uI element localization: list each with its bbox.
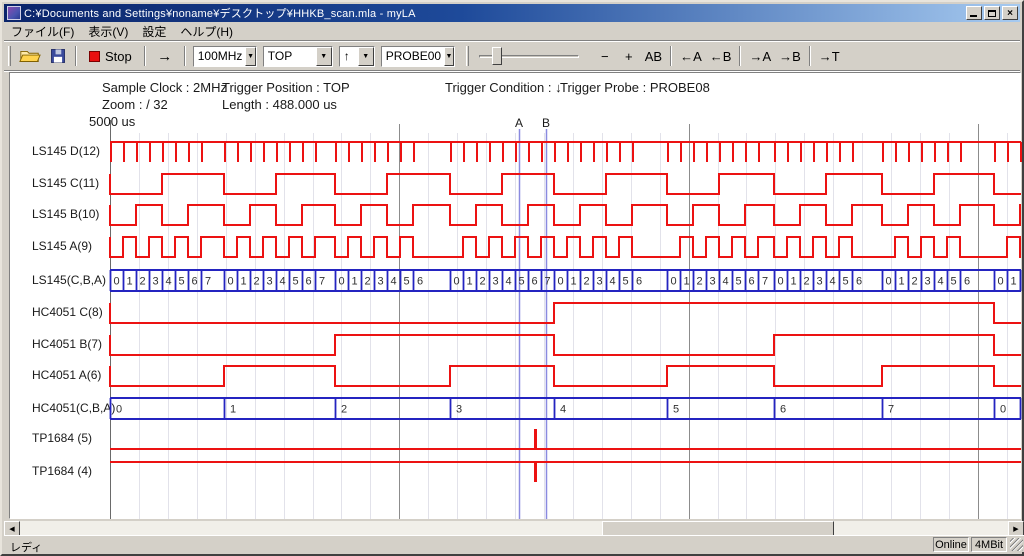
channel-label-6: HC4051 B(7) (32, 337, 112, 351)
status-memory: 4MBit (971, 537, 1007, 552)
scroll-left-icon: ◀ (9, 525, 14, 533)
toolbar-grip[interactable] (466, 46, 469, 66)
trigger-position-value: TOP (264, 47, 316, 66)
toolbar: Stop → 100MHz ▼ TOP ▼ ↑ ▼ PROBE00 ▼ − + … (4, 42, 1020, 71)
goto-marker-a-button[interactable]: ←A (676, 45, 706, 68)
info-trigger-condition: Trigger Condition : ↓ (445, 80, 562, 95)
channel-label-0: LS145 D(12) (32, 144, 112, 158)
app-window: C:¥Documents and Settings¥noname¥デスクトップ¥… (0, 0, 1024, 556)
trigger-position-combo[interactable]: TOP ▼ (263, 46, 333, 67)
toolbar-grip[interactable] (8, 46, 11, 66)
maximize-icon (988, 10, 996, 17)
toolbar-separator (184, 46, 186, 66)
channel-label-1: LS145 C(11) (32, 176, 112, 190)
scroll-right-icon: ▶ (1013, 525, 1018, 533)
status-online: Online (933, 537, 969, 552)
menu-settings[interactable]: 設定 (135, 21, 173, 42)
channel-label-7: HC4051 A(6) (32, 368, 112, 382)
trigger-edge-value: ↑ (340, 47, 358, 66)
open-button[interactable] (15, 45, 45, 68)
close-icon: × (1007, 8, 1013, 19)
toolbar-separator (809, 46, 811, 66)
window-title: C:¥Documents and Settings¥noname¥デスクトップ¥… (24, 5, 964, 21)
channel-label-3: LS145 A(9) (32, 239, 112, 253)
channel-label-5: HC4051 C(8) (32, 305, 112, 319)
goto-trigger-button[interactable]: →T (815, 45, 844, 68)
menu-file[interactable]: ファイル(F) (4, 21, 81, 42)
close-button[interactable]: × (1002, 6, 1018, 20)
sample-clock-value: 100MHz (194, 47, 246, 66)
stop-button[interactable]: Stop (81, 45, 140, 68)
stop-label: Stop (105, 49, 132, 64)
menu-view[interactable]: 表示(V) (81, 21, 135, 42)
channel-label-10: TP1684 (4) (32, 464, 112, 478)
sample-clock-combo[interactable]: 100MHz ▼ (193, 46, 257, 67)
maximize-button[interactable] (984, 6, 1000, 20)
trigger-probe-value: PROBE00 (382, 47, 444, 66)
title-bar[interactable]: C:¥Documents and Settings¥noname¥デスクトップ¥… (4, 4, 1020, 22)
info-zoom: Zoom : / 32 (102, 97, 168, 112)
trigger-edge-combo[interactable]: ↑ ▼ (339, 46, 375, 67)
toolbar-separator (670, 46, 672, 66)
dropdown-arrow-icon[interactable]: ▼ (444, 47, 454, 66)
channel-label-8: HC4051(C,B,A) (32, 401, 112, 415)
run-button[interactable]: → (150, 45, 180, 68)
status-ready-text: レディ (10, 539, 42, 555)
dropdown-arrow-icon[interactable]: ▼ (316, 47, 332, 66)
set-marker-b-button[interactable]: →B (775, 45, 805, 68)
channel-label-2: LS145 B(10) (32, 207, 112, 221)
zoom-slider[interactable] (479, 45, 579, 67)
ab-button[interactable]: AB (641, 45, 666, 68)
dropdown-arrow-icon[interactable]: ▼ (245, 47, 255, 66)
menu-bar: ファイル(F) 表示(V) 設定 ヘルプ(H) (4, 22, 1020, 41)
channel-label-9: TP1684 (5) (32, 431, 112, 445)
toolbar-separator (144, 46, 146, 66)
info-length: Length : 488.000 us (222, 97, 337, 112)
save-button[interactable] (45, 45, 71, 68)
trigger-probe-combo[interactable]: PROBE00 ▼ (381, 46, 455, 67)
set-marker-a-button[interactable]: →A (745, 45, 775, 68)
dropdown-arrow-icon[interactable]: ▼ (358, 47, 374, 66)
resize-grip-icon[interactable] (1010, 538, 1023, 551)
time-division-label: 5000 us (89, 114, 135, 129)
info-trigger-position: Trigger Position : TOP (222, 80, 350, 95)
app-icon[interactable] (7, 6, 21, 20)
menu-help[interactable]: ヘルプ(H) (173, 21, 240, 42)
open-folder-icon (19, 47, 41, 65)
info-sample-clock: Sample Clock : 2MHz (102, 80, 227, 95)
status-bar: レディ Online 4MBit (4, 535, 1024, 552)
channel-label-4: LS145(C,B,A) (32, 273, 112, 287)
goto-marker-b-button[interactable]: ←B (706, 45, 736, 68)
toolbar-separator (75, 46, 77, 66)
waveform-panel[interactable] (9, 72, 1021, 519)
stop-icon (89, 51, 100, 62)
minimize-icon (970, 15, 977, 17)
zoom-slider-thumb[interactable] (492, 47, 502, 65)
info-trigger-probe: Trigger Probe : PROBE08 (560, 80, 710, 95)
zoom-out-button[interactable]: − (593, 45, 617, 68)
floppy-save-icon (49, 47, 67, 65)
minimize-button[interactable] (966, 6, 982, 20)
zoom-in-button[interactable]: + (617, 45, 641, 68)
toolbar-separator (739, 46, 741, 66)
